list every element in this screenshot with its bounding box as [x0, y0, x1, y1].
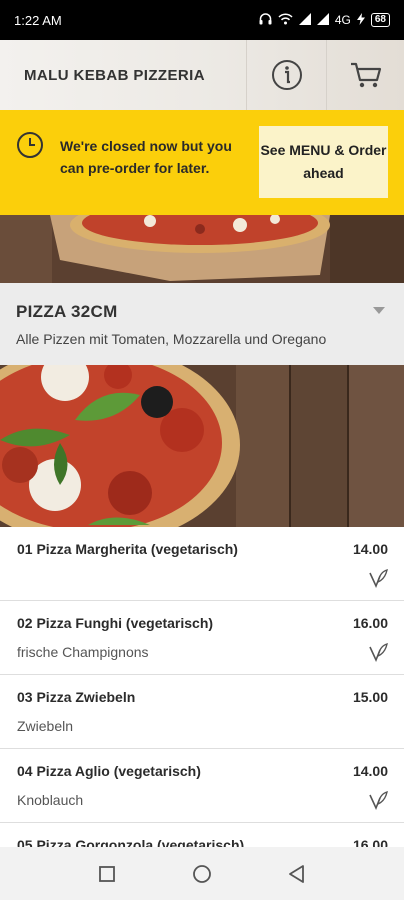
item-price: 16.00	[352, 837, 388, 847]
item-description: Knoblauch	[17, 792, 84, 808]
item-name: 05 Pizza Gorgonzola (vegetarisch)	[17, 837, 245, 847]
charging-icon	[356, 12, 365, 28]
vegetarian-icon	[369, 569, 388, 588]
cart-button[interactable]	[326, 40, 404, 110]
category-subtitle: Alle Pizzen mit Tomaten, Mozzarella und …	[16, 331, 327, 347]
item-price: 14.00	[352, 541, 388, 557]
cart-icon	[350, 62, 381, 88]
system-navigation-bar	[0, 847, 404, 900]
hero-image	[0, 215, 404, 283]
app-header: MALU KEBAB PIZZERIA	[0, 40, 404, 110]
item-price: 15.00	[352, 689, 388, 705]
menu-item[interactable]: 03 Pizza Zwiebeln Zwiebeln 15.00	[0, 675, 404, 749]
back-button[interactable]	[277, 854, 317, 894]
status-time: 1:22 AM	[14, 12, 62, 28]
item-name: 02 Pizza Funghi (vegetarisch)	[17, 615, 214, 631]
category-title: PIZZA 32CM	[16, 302, 118, 321]
headphones-icon	[259, 12, 272, 28]
clock-icon	[17, 132, 43, 158]
item-name: 04 Pizza Aglio (vegetarisch)	[17, 763, 201, 779]
menu-item[interactable]: 04 Pizza Aglio (vegetarisch) Knoblauch 1…	[0, 749, 404, 823]
battery-indicator: 68	[370, 13, 390, 27]
home-icon	[193, 864, 211, 883]
chevron-down-icon[interactable]	[373, 307, 385, 315]
category-image	[0, 365, 404, 527]
info-button[interactable]	[246, 40, 326, 110]
menu-item[interactable]: 02 Pizza Funghi (vegetarisch) frische Ch…	[0, 601, 404, 675]
pizza-photo	[0, 365, 404, 527]
item-description: frische Champignons	[17, 644, 149, 660]
restaurant-title: MALU KEBAB PIZZERIA	[24, 66, 205, 84]
signal-icon	[298, 12, 311, 28]
item-price: 14.00	[352, 763, 388, 779]
back-icon	[288, 864, 304, 883]
info-icon	[271, 60, 302, 90]
signal-icon-2	[316, 12, 329, 28]
home-button[interactable]	[182, 854, 222, 894]
category-header[interactable]: PIZZA 32CM Alle Pizzen mit Tomaten, Mozz…	[0, 283, 404, 365]
item-name: 03 Pizza Zwiebeln	[17, 689, 136, 705]
vegetarian-icon	[369, 791, 388, 810]
recent-apps-button[interactable]	[87, 854, 127, 894]
status-bar: 1:22 AM 4G 68	[0, 0, 404, 40]
closed-message: We're closed now but you can pre-order f…	[60, 138, 232, 176]
item-price: 16.00	[352, 615, 388, 631]
closed-banner: We're closed now but you can pre-order f…	[0, 110, 404, 215]
recent-apps-icon	[99, 865, 116, 882]
see-menu-order-ahead-button[interactable]: See MENU & Order ahead	[259, 126, 388, 198]
status-icons: 4G 68	[259, 12, 390, 28]
hero-pizza-image	[0, 215, 404, 283]
wifi-icon	[278, 12, 293, 28]
menu-item[interactable]: 01 Pizza Margherita (vegetarisch) 14.00	[0, 527, 404, 601]
vegetarian-icon	[369, 643, 388, 662]
data-icon: 4G	[334, 13, 351, 27]
item-name: 01 Pizza Margherita (vegetarisch)	[17, 541, 238, 557]
item-description: Zwiebeln	[17, 718, 74, 734]
menu-items-list: 01 Pizza Margherita (vegetarisch) 14.00 …	[0, 527, 404, 847]
menu-item[interactable]: 05 Pizza Gorgonzola (vegetarisch) 16.00	[0, 823, 404, 847]
